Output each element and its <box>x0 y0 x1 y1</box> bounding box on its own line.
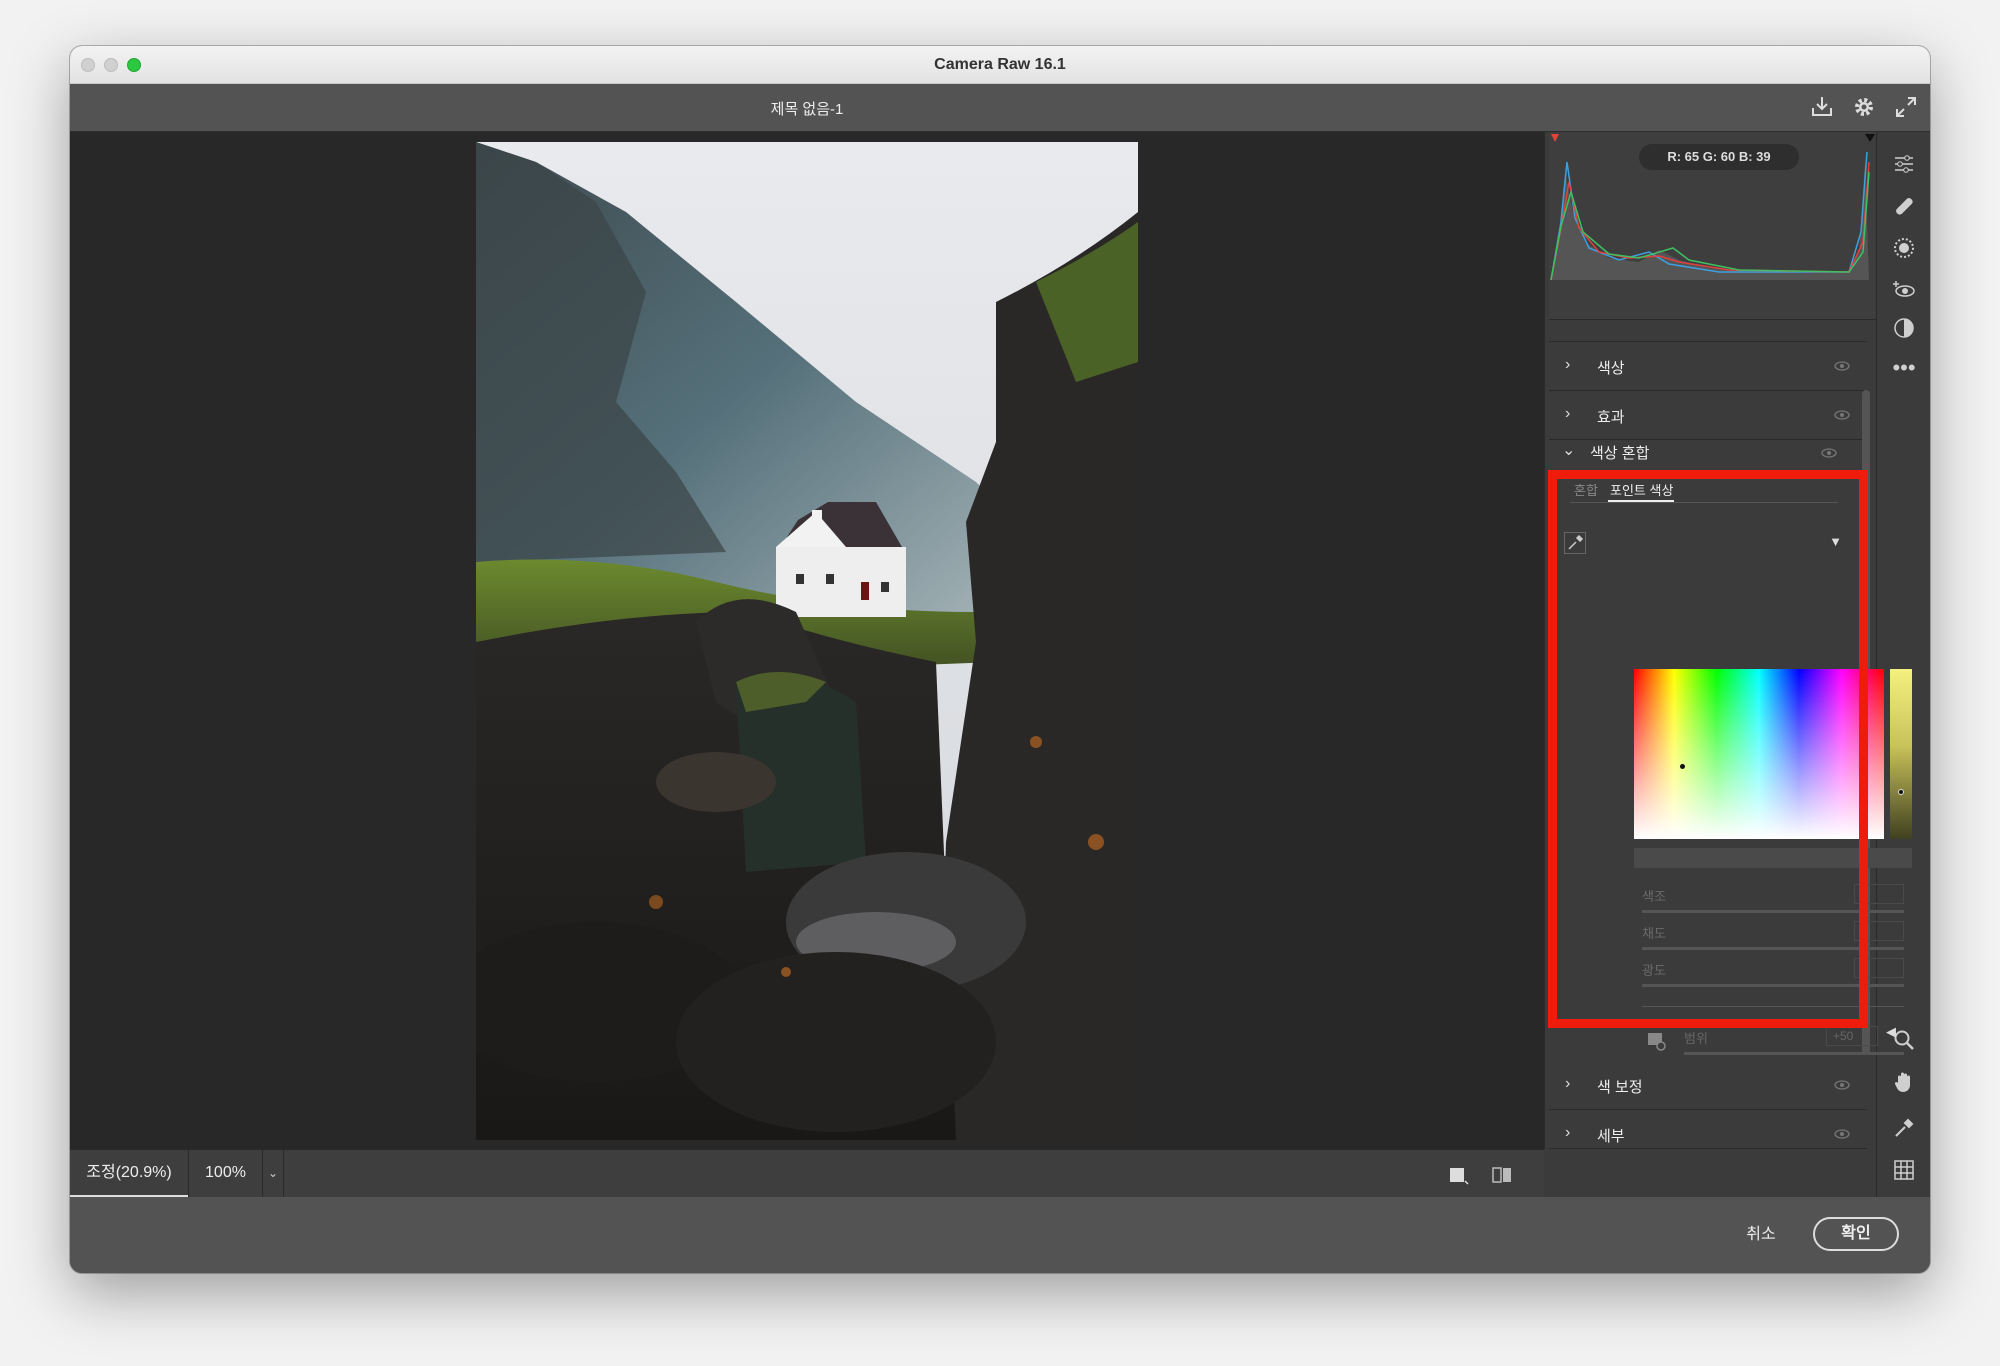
eye-icon[interactable] <box>1820 444 1838 462</box>
hue-slider[interactable]: 색조 0 <box>1642 884 1904 916</box>
luminance-track[interactable] <box>1642 984 1904 987</box>
presets-icon[interactable] <box>1890 316 1918 344</box>
gear-icon[interactable] <box>1850 94 1878 122</box>
footer-bar: 취소 확인 <box>70 1197 1930 1273</box>
saturation-slider[interactable]: 채도 0 <box>1642 921 1904 953</box>
ok-button[interactable]: 확인 <box>1813 1217 1899 1251</box>
image-canvas[interactable] <box>70 132 1544 1149</box>
color-point-marker[interactable] <box>1680 764 1685 769</box>
red-eye-icon[interactable] <box>1890 278 1918 306</box>
cancel-button[interactable]: 취소 <box>1726 1219 1796 1251</box>
document-title: 제목 없음-1 <box>770 101 844 118</box>
tab-point-color[interactable]: 포인트 색상 <box>1610 480 1673 499</box>
hand-icon[interactable] <box>1890 1070 1918 1098</box>
section-color[interactable]: › 색상 <box>1549 343 1867 391</box>
header-bar: 제목 없음-1 <box>70 84 1930 132</box>
fit-zoom-button[interactable]: 조정(20.9%) <box>70 1150 188 1198</box>
section-detail[interactable]: › 세부 <box>1549 1111 1867 1149</box>
luminance-label: 광도 <box>1642 963 1666 978</box>
section-color-label: 색상 <box>1597 360 1625 377</box>
swatch-row <box>1634 848 1912 868</box>
tab-divider <box>1570 502 1838 503</box>
healing-brush-icon[interactable] <box>1890 194 1918 222</box>
eyedropper-icon[interactable] <box>1564 532 1586 554</box>
camera-raw-window: Camera Raw 16.1 제목 없음-1 조정(20.9%) 100% ⌄… <box>70 46 1930 1273</box>
luminance-value[interactable]: 0 <box>1854 958 1904 978</box>
rgb-readout: R: 65 G: 60 B: 39 <box>1639 144 1799 170</box>
saturation-track[interactable] <box>1642 947 1904 950</box>
eye-icon[interactable] <box>1833 1125 1851 1143</box>
eye-icon[interactable] <box>1833 357 1851 375</box>
section-partial <box>1549 322 1867 342</box>
color-mixer-title[interactable]: 색상 혼합 <box>1590 442 1649 463</box>
range-divider <box>1642 1006 1904 1007</box>
preview-photo <box>476 142 1138 1140</box>
tab-mix[interactable]: 혼합 <box>1574 480 1598 499</box>
chevron-right-icon: › <box>1565 405 1571 422</box>
before-after-icon[interactable] <box>1490 1163 1514 1187</box>
histogram: R: 65 G: 60 B: 39 <box>1549 132 1879 320</box>
tool-strip: ••• <box>1876 132 1930 1197</box>
zoom-dropdown[interactable]: ⌄ <box>262 1150 284 1198</box>
color-sampler-icon[interactable] <box>1890 1116 1918 1144</box>
luminance-marker[interactable] <box>1898 789 1904 795</box>
section-effects[interactable]: › 효과 <box>1549 392 1867 440</box>
title-bar: Camera Raw 16.1 <box>70 46 1930 84</box>
saturation-label: 채도 <box>1642 926 1666 941</box>
point-color-field[interactable] <box>1634 669 1884 839</box>
masking-icon[interactable] <box>1890 236 1918 264</box>
save-icon[interactable] <box>1808 94 1836 122</box>
window-title: Camera Raw 16.1 <box>934 56 1066 73</box>
grid-icon[interactable] <box>1890 1158 1918 1186</box>
chevron-right-icon: › <box>1565 1124 1571 1141</box>
section-color-grading-label: 색 보정 <box>1597 1079 1643 1096</box>
more-icon[interactable]: ••• <box>1890 354 1918 382</box>
section-color-grading[interactable]: › 색 보정 <box>1549 1062 1867 1110</box>
eye-icon[interactable] <box>1833 1076 1851 1094</box>
fullscreen-icon[interactable] <box>1892 94 1920 122</box>
luminance-strip[interactable] <box>1890 669 1912 839</box>
single-view-icon[interactable] <box>1446 1163 1470 1187</box>
section-detail-label: 세부 <box>1597 1128 1625 1145</box>
chevron-right-icon: › <box>1565 356 1571 373</box>
edit-sliders-icon[interactable] <box>1890 152 1918 180</box>
range-arrow-icon[interactable]: ◀ <box>1886 1024 1896 1040</box>
saturation-value[interactable]: 0 <box>1854 921 1904 941</box>
range-label: 범위 <box>1684 1031 1708 1046</box>
range-value[interactable]: +50 <box>1826 1026 1878 1046</box>
hue-track[interactable] <box>1642 910 1904 913</box>
chevron-right-icon: › <box>1565 1075 1571 1092</box>
range-track[interactable] <box>1684 1052 1904 1055</box>
eye-icon[interactable] <box>1833 406 1851 424</box>
panel-collapse-icon[interactable]: ▼ <box>1829 534 1842 549</box>
zoom-100-button[interactable]: 100% <box>188 1150 262 1198</box>
luminance-slider[interactable]: 광도 0 <box>1642 958 1904 990</box>
chevron-down-icon[interactable]: ⌄ <box>1562 440 1575 460</box>
hue-label: 색조 <box>1642 889 1666 904</box>
hue-value[interactable]: 0 <box>1854 884 1904 904</box>
section-effects-label: 효과 <box>1597 409 1625 426</box>
view-bar: 조정(20.9%) 100% ⌄ <box>70 1149 1544 1198</box>
visualize-range-icon[interactable] <box>1646 1030 1668 1052</box>
